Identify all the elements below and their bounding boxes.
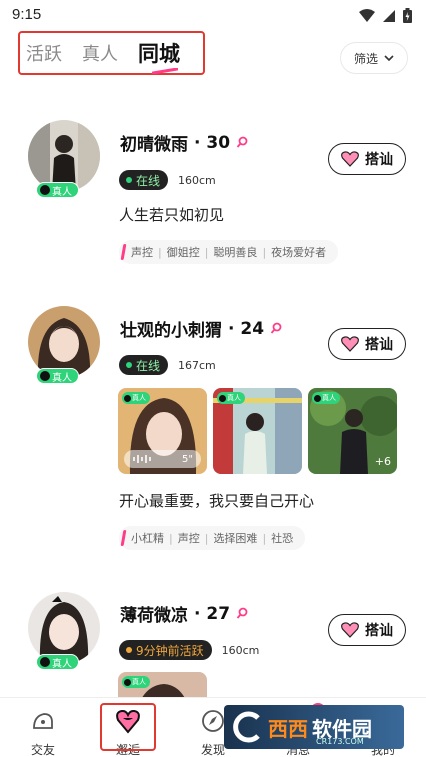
user-name: 初晴微雨 <box>120 135 188 155</box>
watermark-logo: 西西 软件园 CR173.COM <box>224 705 404 749</box>
name-row: 薄荷微凉 · 27 <box>120 601 248 626</box>
online-status: 在线 <box>119 170 169 190</box>
user-name: 壮观的小刺猬 <box>120 321 222 341</box>
tab-nearby-label: 同城 <box>138 42 180 66</box>
chat-button[interactable]: 搭讪 <box>328 614 406 646</box>
filter-label: 筛选 <box>353 51 378 66</box>
user-card[interactable]: 真人 初晴微雨 · 30 在线 160cm 搭讪 人生若只如初见 声控 | 御姐控… <box>0 120 426 270</box>
heart-chat-icon <box>341 151 359 167</box>
female-icon <box>236 607 248 619</box>
verified-badge: 真人 <box>36 654 79 670</box>
chat-button[interactable]: 搭讪 <box>328 328 406 360</box>
status-row: 在线 160cm <box>119 170 216 190</box>
tag: 聪明善良 <box>213 246 258 259</box>
avatar[interactable]: 真人 <box>28 120 100 198</box>
status-icons <box>359 8 412 23</box>
photo-verified-badge: 真人 <box>217 392 245 404</box>
status-time: 9:15 <box>12 6 42 23</box>
status-bar: 9:15 <box>0 0 426 30</box>
heart-chat-icon <box>341 336 359 352</box>
tag: 选择困难 <box>213 532 258 545</box>
name-row: 初晴微雨 · 30 <box>120 130 248 155</box>
user-name: 薄荷微凉 <box>120 606 188 626</box>
user-height: 167cm <box>178 358 216 372</box>
tag: 声控 <box>177 532 200 545</box>
user-age: · 27 <box>194 603 231 624</box>
top-tabs: 活跃 真人 同城 <box>18 31 205 75</box>
activity-status: 9分钟前活跃 <box>119 640 212 660</box>
heart-chat-icon <box>341 622 359 638</box>
user-card[interactable]: 真人 壮观的小刺猬 · 24 在线 167cm 搭讪 真人 5" 真人 真人 +… <box>0 306 426 556</box>
photo-thumbnail[interactable]: 真人 +6 <box>308 388 397 474</box>
status-row: 9分钟前活跃 160cm <box>119 640 259 660</box>
female-icon <box>236 136 248 148</box>
name-row: 壮观的小刺猬 · 24 <box>120 316 282 341</box>
tags-row: 小杠精 | 声控 | 选择困难 | 社恐 <box>119 526 306 550</box>
avatar[interactable]: 真人 <box>28 306 100 384</box>
user-bio: 人生若只如初见 <box>119 206 225 224</box>
photo-gallery: 真人 5" 真人 真人 +6 <box>118 388 397 474</box>
watermark-main: 西西 <box>268 716 308 741</box>
voice-duration: 5" <box>182 453 193 465</box>
tab-underline-decor <box>152 68 178 74</box>
tab-real[interactable]: 真人 <box>82 40 118 66</box>
nav-label: 交友 <box>30 743 55 757</box>
tab-nearby[interactable]: 同城 <box>138 38 180 74</box>
chat-button[interactable]: 搭讪 <box>328 143 406 175</box>
tab-active[interactable]: 活跃 <box>26 40 62 66</box>
voice-message[interactable]: 5" <box>124 450 201 468</box>
nav-active-highlight <box>100 703 156 751</box>
nav-item-friends[interactable]: 交友 <box>13 708 73 757</box>
female-icon <box>270 322 282 334</box>
tag: 声控 <box>131 246 153 259</box>
user-bio: 开心最重要，我只要自己开心 <box>119 492 315 510</box>
tag: 社恐 <box>271 532 294 545</box>
tag: 小杠精 <box>131 532 164 545</box>
user-height: 160cm <box>178 173 216 187</box>
wifi-icon <box>359 8 375 22</box>
photo-verified-badge: 真人 <box>122 676 150 688</box>
photo-verified-badge: 真人 <box>312 392 340 404</box>
photo-thumbnail[interactable]: 真人 <box>213 388 302 474</box>
user-age: · 30 <box>194 132 231 153</box>
signal-icon <box>383 9 395 22</box>
compass-icon <box>202 710 224 732</box>
tag: 夜场爱好者 <box>271 246 327 259</box>
more-photos-count: +6 <box>374 455 391 468</box>
user-age: · 24 <box>228 318 265 339</box>
user-height: 160cm <box>221 643 260 657</box>
photo-thumbnail[interactable]: 真人 5" <box>118 388 207 474</box>
filter-button[interactable]: 筛选 <box>340 42 408 74</box>
user-card[interactable]: 真人 薄荷微凉 · 27 9分钟前活跃 160cm 搭讪 真人 <box>0 592 426 697</box>
status-row: 在线 167cm <box>119 355 216 375</box>
waveform-icon <box>133 455 151 463</box>
photo-verified-badge: 真人 <box>122 392 150 404</box>
photo-thumbnail[interactable]: 真人 <box>118 672 207 697</box>
tags-row: 声控 | 御姐控 | 聪明善良 | 夜场爱好者 <box>119 240 339 264</box>
watermark-url: CR173.COM <box>316 737 364 746</box>
online-status: 在线 <box>119 355 169 375</box>
verified-badge: 真人 <box>36 368 79 384</box>
verified-badge: 真人 <box>36 182 79 198</box>
friends-icon <box>33 713 53 729</box>
avatar[interactable]: 真人 <box>28 592 100 670</box>
tag: 御姐控 <box>166 246 200 259</box>
watermark-c-icon <box>233 711 260 743</box>
chevron-down-icon <box>384 55 394 61</box>
battery-icon <box>403 8 412 23</box>
